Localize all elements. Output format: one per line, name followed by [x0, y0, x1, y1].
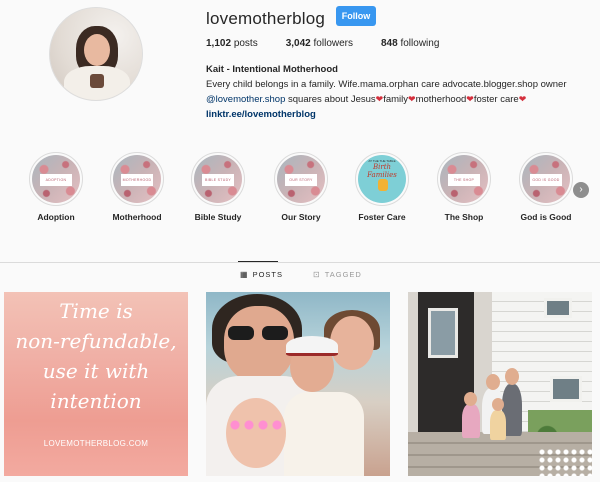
- red-heart-icon: ❤: [518, 94, 527, 104]
- profile-stats: 1,102 posts 3,042 followers 848 followin…: [206, 38, 467, 49]
- following-stat[interactable]: 848 following: [381, 38, 439, 49]
- post-quote-site: LOVEMOTHERBLOG.COM: [43, 439, 149, 448]
- quote-line: non-refundable,: [15, 329, 177, 353]
- bio-line1: Every child belongs in a family. Wife.ma…: [206, 79, 567, 90]
- highlight-ring: THE SHOP: [437, 152, 491, 206]
- highlight-label: Our Story: [281, 212, 321, 222]
- posts-label: posts: [233, 38, 258, 49]
- highlight-cover-text: ADOPTION: [40, 174, 72, 186]
- chevron-right-icon[interactable]: ›: [573, 182, 589, 198]
- followers-stat[interactable]: 3,042 followers: [286, 38, 353, 49]
- bio-text-part: motherhood: [415, 94, 467, 105]
- profile-bio: Kait - Intentional Motherhood Every chil…: [206, 62, 596, 122]
- highlight-our-story[interactable]: OUR STORY Our Story: [269, 152, 333, 222]
- bio-text-part: family: [383, 94, 409, 105]
- highlight-motherhood[interactable]: MOTHERHOOD Motherhood: [105, 152, 169, 222]
- quote-line: Time is: [59, 299, 133, 323]
- post-thumbnail[interactable]: Time is non-refundable, use it with inte…: [4, 292, 188, 476]
- highlight-label: Adoption: [37, 212, 75, 222]
- grid-icon: ▦: [240, 270, 249, 279]
- post-thumbnail[interactable]: [206, 292, 390, 476]
- quote-line: use it with: [42, 359, 150, 383]
- highlight-the-shop[interactable]: THE SHOP The Shop: [432, 152, 496, 222]
- profile-username: lovemotherblog: [206, 9, 326, 28]
- highlight-adoption[interactable]: ADOPTION Adoption: [24, 152, 88, 222]
- highlight-cover-text: OUR STORY: [285, 174, 317, 186]
- highlight-label: God is Good: [520, 212, 572, 222]
- highlight-ring: BIBLE STUDY: [191, 152, 245, 206]
- highlight-label: Motherhood: [112, 212, 162, 222]
- bio-text-part: squares about Jesus: [285, 94, 376, 105]
- highlight-cover-text: Birth Families: [367, 163, 397, 179]
- highlight-cover-text: MOTHERHOOD: [121, 174, 153, 186]
- tab-posts-label: POSTS: [252, 270, 283, 279]
- highlight-foster-care[interactable]: AT THE THE TABLE Birth Families Foster C…: [350, 152, 414, 222]
- tab-tagged[interactable]: ⊡ TAGGED: [313, 270, 362, 279]
- bio-name: Kait - Intentional Motherhood: [206, 64, 338, 75]
- highlight-ring: GOD IS GOOD: [519, 152, 573, 206]
- highlight-ring: ADOPTION: [29, 152, 83, 206]
- highlight-cover-text: GOD IS GOOD: [530, 174, 562, 186]
- following-count: 848: [381, 38, 398, 49]
- highlight-ring: MOTHERHOOD: [110, 152, 164, 206]
- bio-line2: @lovemother.shop squares about Jesus❤fam…: [206, 92, 596, 107]
- red-heart-icon: ❤: [408, 94, 416, 104]
- red-heart-icon: ❤: [466, 94, 474, 104]
- highlight-cover-text: BIBLE STUDY: [202, 174, 234, 186]
- illustration-icon: [378, 179, 388, 191]
- highlight-bible-study[interactable]: BIBLE STUDY Bible Study: [186, 152, 250, 222]
- post-quote-text: Time is non-refundable, use it with inte…: [12, 296, 180, 416]
- highlight-label: Foster Care: [358, 212, 406, 222]
- tag-icon: ⊡: [313, 270, 321, 279]
- follow-button[interactable]: Follow: [336, 6, 376, 26]
- active-tab-indicator: [238, 261, 278, 262]
- bio-text-part: foster care: [473, 94, 519, 105]
- posts-count: 1,102: [206, 38, 232, 49]
- profile-avatar[interactable]: [49, 7, 143, 101]
- profile-tabs: ▦ POSTS ⊡ TAGGED: [0, 263, 600, 285]
- quote-line: intention: [50, 389, 142, 413]
- highlight-god-is-good[interactable]: GOD IS GOOD God is Good: [514, 152, 578, 222]
- posts-stat: 1,102 posts: [206, 38, 258, 49]
- highlight-ring: AT THE THE TABLE Birth Families: [355, 152, 409, 206]
- tab-posts[interactable]: ▦ POSTS: [240, 270, 283, 279]
- tab-tagged-label: TAGGED: [324, 270, 362, 279]
- story-highlights: ADOPTION Adoption MOTHERHOOD Motherhood …: [24, 152, 584, 232]
- post-thumbnail[interactable]: [408, 292, 592, 476]
- highlight-label: Bible Study: [194, 212, 242, 222]
- highlight-cover-text: THE SHOP: [448, 174, 480, 186]
- followers-label: followers: [313, 38, 353, 49]
- bio-mention-link[interactable]: @lovemother.shop: [206, 94, 285, 105]
- highlight-label: The Shop: [444, 212, 484, 222]
- highlight-ring: OUR STORY: [274, 152, 328, 206]
- profile-page: lovemotherblog Follow 1,102 posts 3,042 …: [0, 0, 600, 482]
- following-label: following: [400, 38, 440, 49]
- followers-count: 3,042: [285, 38, 311, 49]
- bio-website-link[interactable]: linktr.ee/lovemotherblog: [206, 107, 596, 122]
